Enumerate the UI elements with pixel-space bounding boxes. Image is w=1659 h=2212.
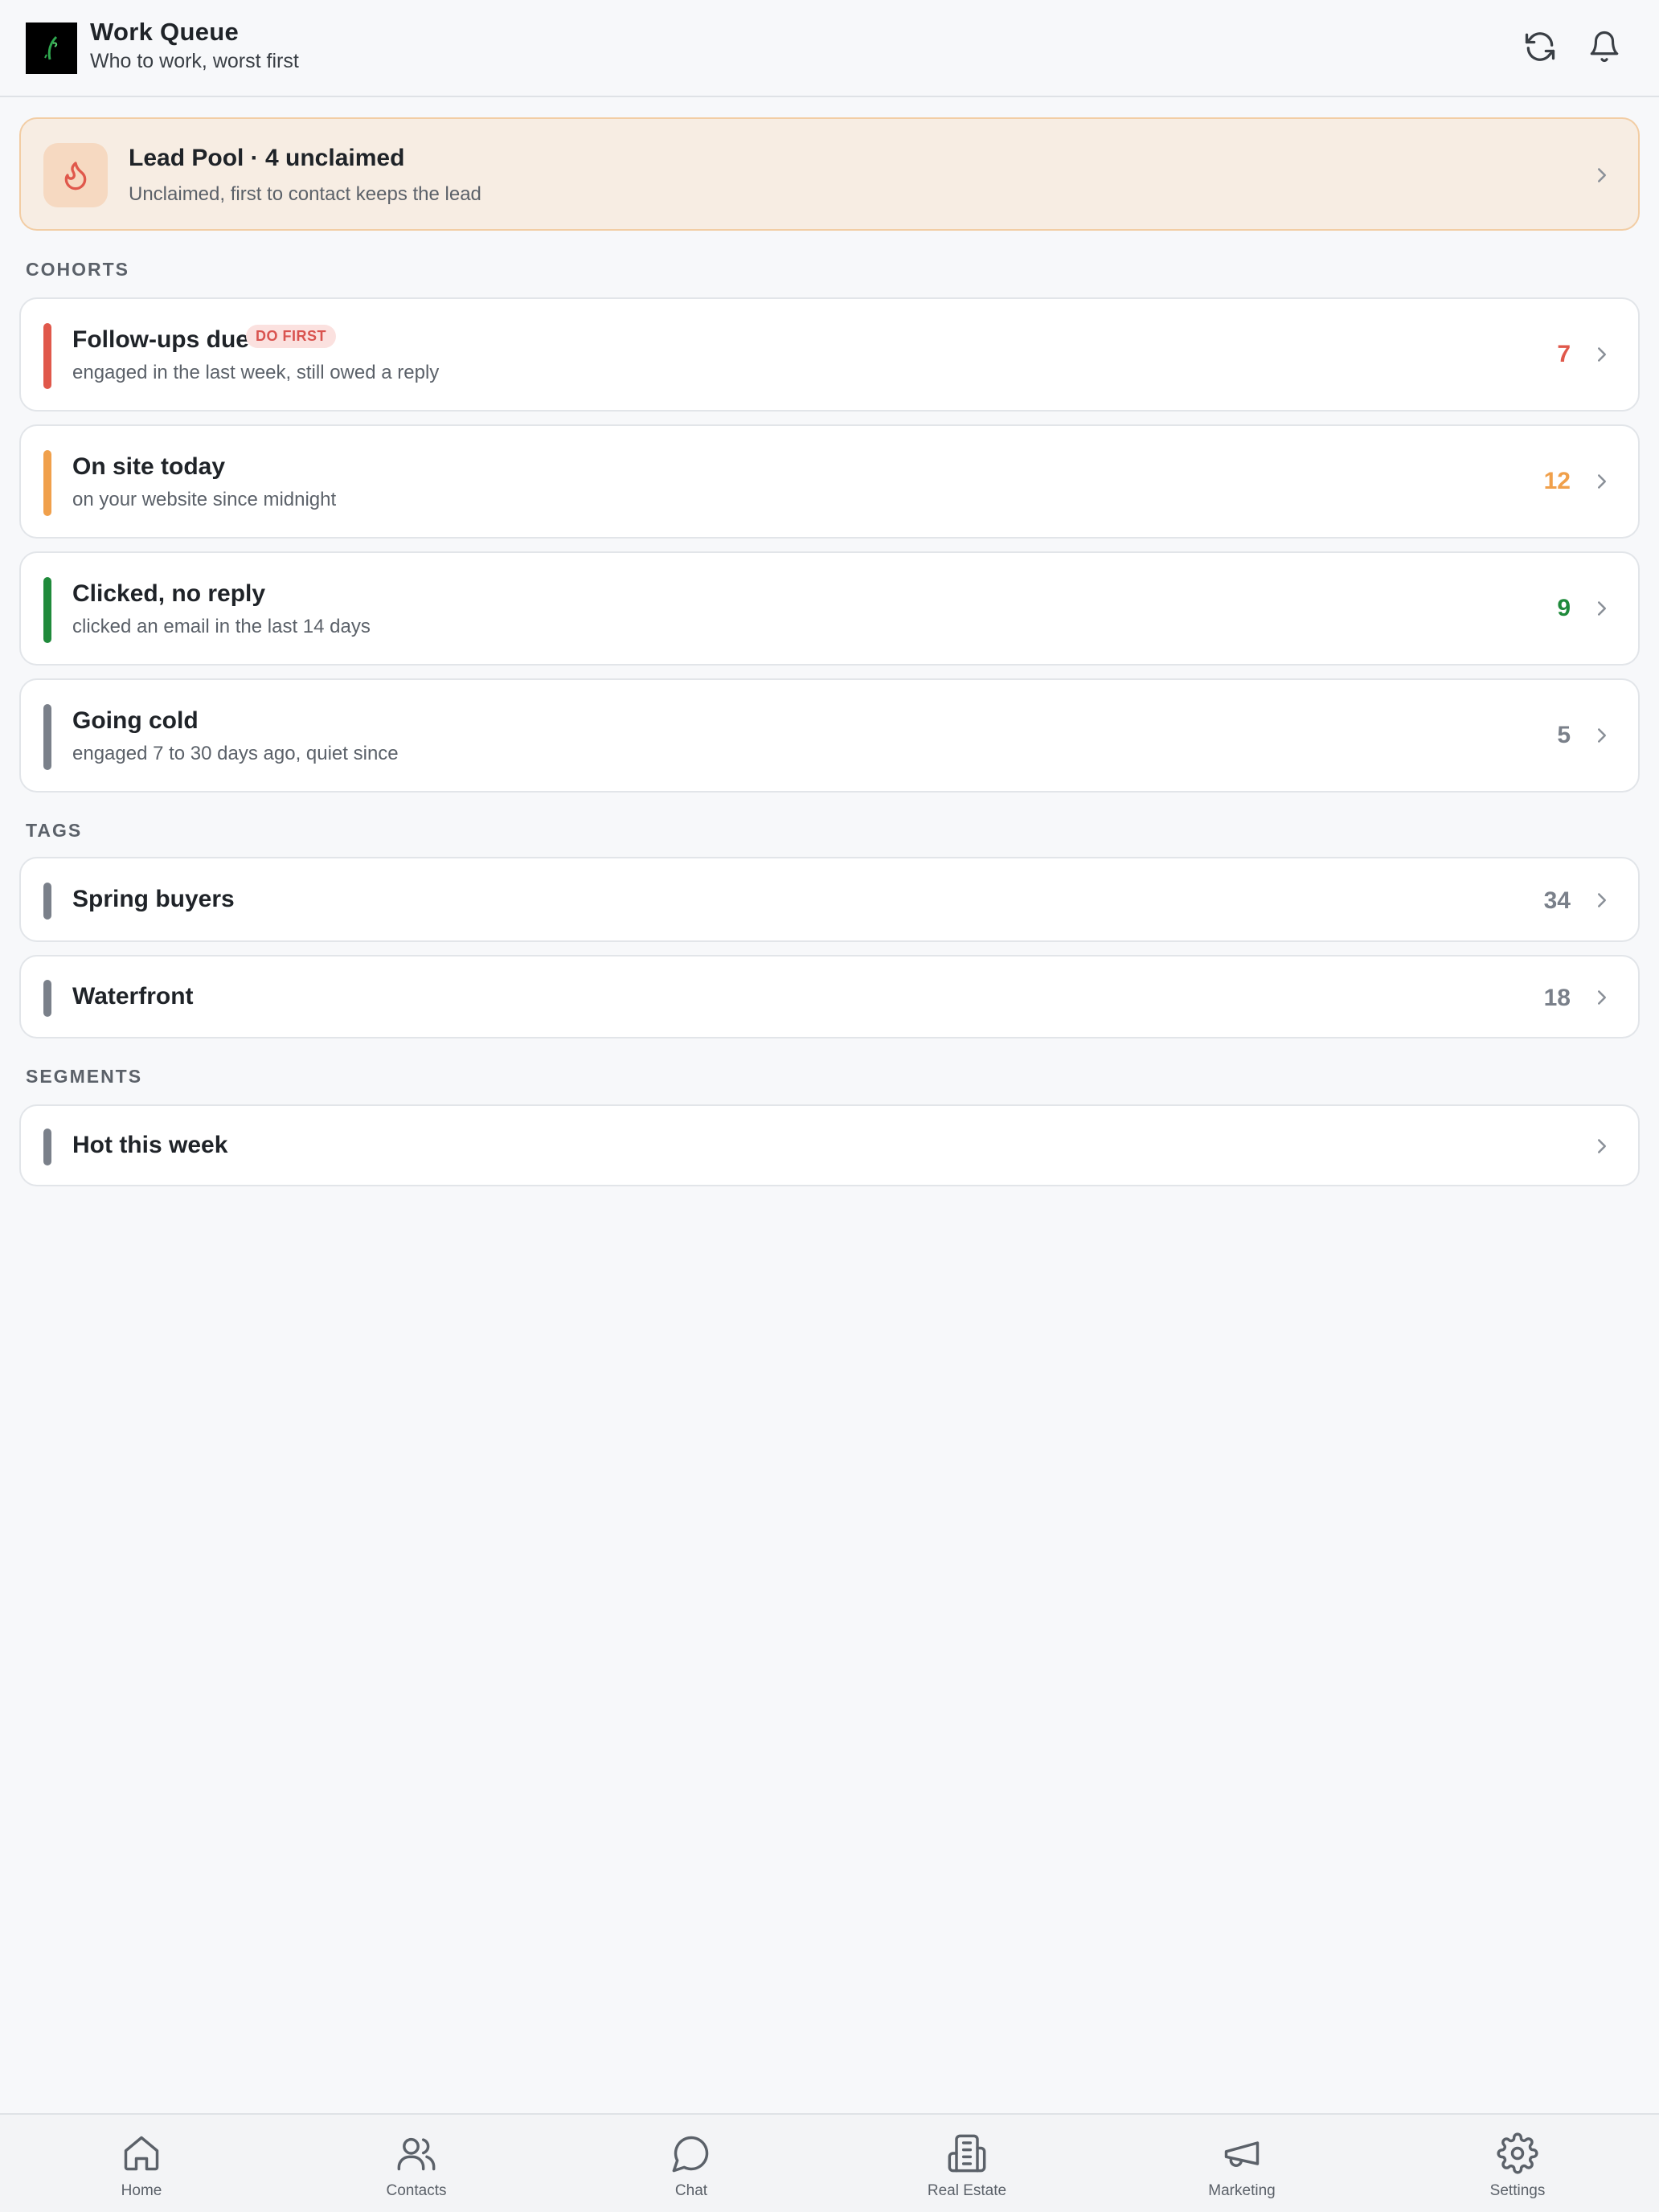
- logo: [26, 23, 77, 74]
- chevron-right-icon: [1598, 893, 1606, 907]
- page-subtitle: Who to work, worst first: [90, 50, 299, 72]
- cohort-subtitle: on your website since midnight: [72, 489, 337, 510]
- refresh-icon: [1525, 32, 1555, 61]
- chevron-right-icon: [1598, 347, 1606, 362]
- cohort-row-going-cold[interactable]: Going cold engaged 7 to 30 days ago, qui…: [19, 678, 1640, 793]
- cohort-color-bar: [43, 704, 51, 770]
- segment-color-bar: [43, 1129, 51, 1165]
- tag-count: 18: [1543, 985, 1571, 1011]
- nav-contacts[interactable]: Contacts: [336, 2115, 497, 2212]
- cohort-count: 5: [1557, 722, 1571, 748]
- section-label-segments: SEGMENTS: [26, 1066, 143, 1087]
- tag-count: 34: [1543, 887, 1571, 914]
- nav-home[interactable]: Home: [61, 2115, 222, 2212]
- nav-label: Chat: [674, 2182, 708, 2199]
- megaphone-icon: [1224, 2141, 1260, 2167]
- bottom-nav: Home Contacts Chat Real Estate Marketing…: [0, 2113, 1659, 2212]
- chevron-right-icon: [1598, 990, 1606, 1005]
- cohort-title: Follow-ups due: [72, 326, 249, 353]
- contacts-icon: [397, 2137, 436, 2171]
- chevron-right-icon: [1598, 1139, 1606, 1153]
- app: Work Queue Who to work, worst first Lead…: [0, 0, 1659, 2212]
- cohort-subtitle: clicked an email in the last 14 days: [72, 616, 371, 637]
- page-title: Work Queue: [90, 18, 240, 46]
- leaf-logo-icon: [44, 35, 58, 60]
- cohort-color-bar: [43, 577, 51, 643]
- cohort-count: 9: [1557, 595, 1571, 621]
- do-first-badge: DO FIRST: [246, 325, 336, 348]
- nav-label: Real Estate: [927, 2182, 1007, 2199]
- cohort-title: On site today: [72, 453, 226, 480]
- cohort-subtitle: engaged in the last week, still owed a r…: [72, 362, 440, 383]
- nav-marketing[interactable]: Marketing: [1161, 2115, 1322, 2212]
- tag-row-waterfront[interactable]: Waterfront 18: [19, 955, 1640, 1038]
- refresh-button[interactable]: [1518, 24, 1563, 69]
- nav-label: Settings: [1489, 2182, 1546, 2199]
- lead-pool-icon-badge: [43, 143, 108, 207]
- cohort-row-clicked[interactable]: Clicked, no reply clicked an email in th…: [19, 551, 1640, 666]
- lead-pool-title: Lead Pool · 4 unclaimed: [129, 145, 405, 171]
- tag-color-bar: [43, 883, 51, 920]
- cohort-subtitle: engaged 7 to 30 days ago, quiet since: [72, 743, 399, 764]
- cohort-color-bar: [43, 450, 51, 516]
- tag-title: Waterfront: [72, 983, 194, 1010]
- chevron-right-icon: [1598, 474, 1606, 489]
- lead-pool-subtitle: Unclaimed, first to contact keeps the le…: [129, 183, 481, 205]
- nav-label: Home: [121, 2182, 162, 2199]
- tag-title: Spring buyers: [72, 886, 235, 912]
- chat-icon: [672, 2136, 709, 2173]
- building-icon: [948, 2134, 986, 2173]
- chevron-right-icon: [1598, 728, 1606, 743]
- nav-label: Marketing: [1208, 2182, 1276, 2199]
- section-label-cohorts: COHORTS: [26, 259, 129, 280]
- tag-row-spring-buyers[interactable]: Spring buyers 34: [19, 857, 1640, 942]
- flame-icon: [64, 162, 87, 190]
- section-label-tags: TAGS: [26, 820, 83, 841]
- notifications-button[interactable]: [1582, 24, 1627, 69]
- header: Work Queue Who to work, worst first: [0, 0, 1659, 97]
- segment-title: Hot this week: [72, 1132, 228, 1158]
- nav-settings[interactable]: Settings: [1437, 2115, 1598, 2212]
- cohort-title: Going cold: [72, 707, 199, 734]
- chevron-right-icon: [1598, 601, 1606, 616]
- cohort-count: 7: [1557, 341, 1571, 367]
- cohort-row-follow-ups[interactable]: Follow-ups due DO FIRST engaged in the l…: [19, 297, 1640, 412]
- chevron-right-icon: [1598, 168, 1606, 182]
- cohort-count: 12: [1543, 468, 1571, 494]
- lead-pool-card[interactable]: Lead Pool · 4 unclaimed Unclaimed, first…: [19, 117, 1640, 231]
- cohort-title: Clicked, no reply: [72, 580, 266, 607]
- nav-chat[interactable]: Chat: [611, 2115, 772, 2212]
- home-icon: [124, 2136, 159, 2171]
- cohort-color-bar: [43, 323, 51, 389]
- gear-icon: [1497, 2132, 1538, 2174]
- nav-label: Contacts: [386, 2182, 447, 2199]
- bell-icon: [1590, 31, 1619, 63]
- tag-color-bar: [43, 980, 51, 1017]
- cohort-row-on-site[interactable]: On site today on your website since midn…: [19, 424, 1640, 539]
- segment-row-hot-this-week[interactable]: Hot this week: [19, 1104, 1640, 1186]
- nav-real-estate[interactable]: Real Estate: [887, 2115, 1047, 2212]
